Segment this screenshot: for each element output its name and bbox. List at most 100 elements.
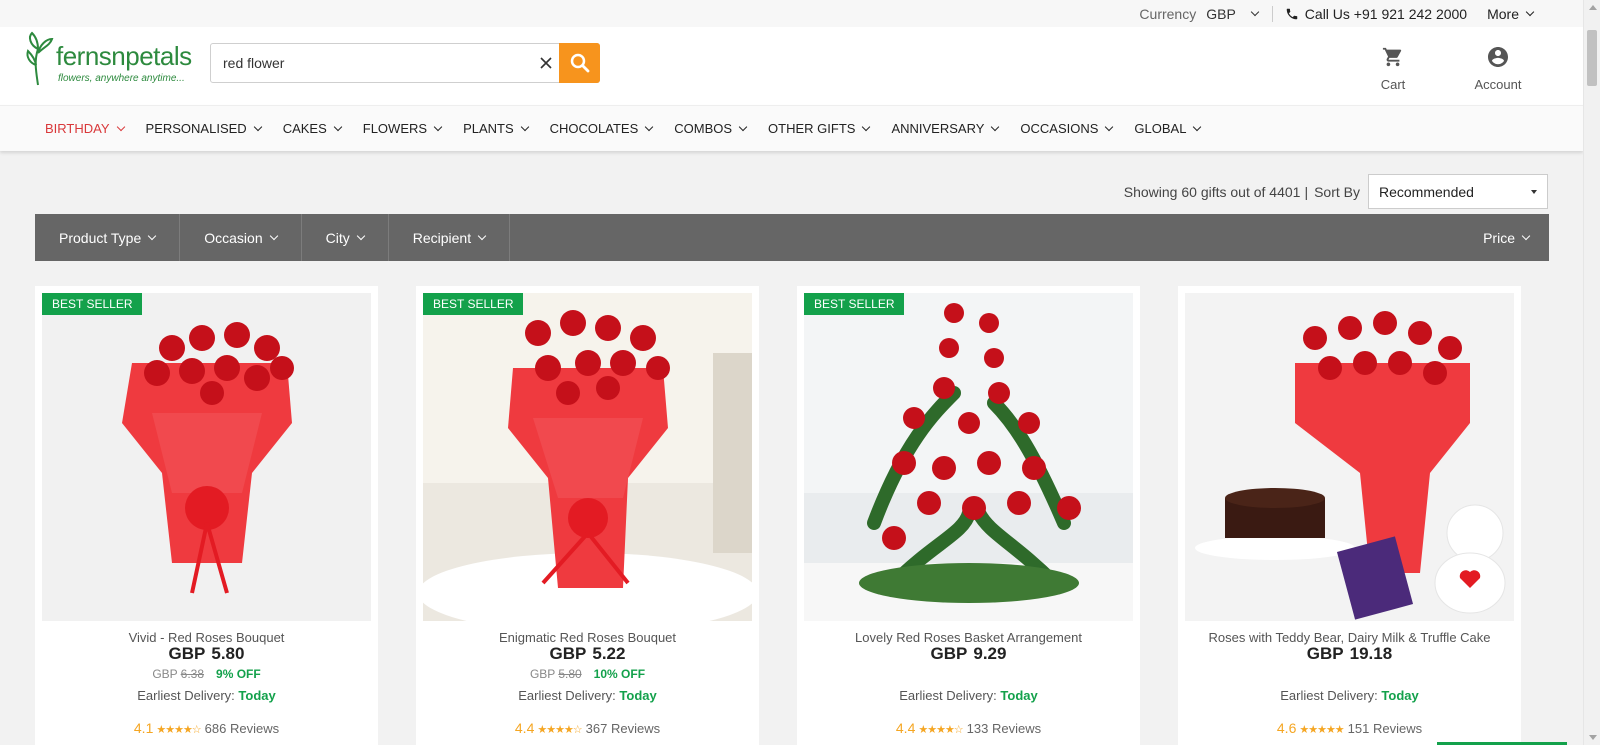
nav-item-label: OCCASIONS	[1020, 121, 1099, 136]
discount-badge: 9% OFF	[216, 667, 261, 681]
nav-item-label: PERSONALISED	[145, 121, 247, 136]
review-count: 133 Reviews	[966, 721, 1042, 736]
nav-item-chocolates[interactable]: CHOCOLATES	[549, 121, 654, 136]
mrp-value: 5.80	[558, 667, 582, 681]
filter-city[interactable]: City	[302, 214, 389, 261]
search-icon	[570, 53, 589, 73]
filter-occasion[interactable]: Occasion	[180, 214, 302, 261]
star-rating-icon: ★★★★★	[1299, 724, 1344, 736]
review-count: 367 Reviews	[585, 721, 661, 736]
price-value: 9.29	[973, 644, 1007, 663]
review-count: 686 Reviews	[204, 721, 280, 736]
filter-product-type[interactable]: Product Type	[35, 214, 181, 261]
price-currency: GBP	[549, 644, 587, 663]
call-us-link[interactable]: Call Us +91 921 242 2000	[1285, 6, 1467, 22]
delivery-value: Today	[1000, 688, 1038, 703]
site-header: fernsnpetals flowers, anywhere anytime..…	[0, 27, 1583, 105]
nav-item-cakes[interactable]: CAKES	[283, 121, 343, 136]
product-card[interactable]: BEST SELLER Lovely Red Roses Basket Arra…	[797, 286, 1140, 745]
site-logo[interactable]: fernsnpetals flowers, anywhere anytime..…	[24, 31, 194, 87]
nav-item-label: COMBOS	[674, 121, 733, 136]
cart-icon	[1382, 47, 1402, 67]
chevron-down-icon	[253, 122, 262, 131]
scroll-down-icon[interactable]	[1589, 735, 1597, 740]
product-image[interactable]	[1185, 293, 1514, 621]
currency-selector[interactable]: GBP	[1206, 6, 1260, 22]
product-image[interactable]	[42, 293, 371, 621]
search-input[interactable]	[211, 44, 531, 82]
nav-item-label: BIRTHDAY	[45, 121, 110, 136]
filter-price[interactable]: Price	[1459, 214, 1549, 261]
nav-item-flowers[interactable]: FLOWERS	[363, 121, 443, 136]
cart-button[interactable]: Cart	[1373, 43, 1413, 92]
best-seller-badge: BEST SELLER	[804, 293, 905, 315]
results-count: Showing 60 gifts out of 4401	[1123, 183, 1301, 200]
divider: |	[1304, 183, 1309, 200]
account-label: Account	[1474, 77, 1522, 92]
product-image[interactable]	[804, 293, 1133, 621]
search-bar	[210, 43, 600, 83]
caret-down-icon	[1531, 189, 1537, 194]
chevron-down-icon	[1193, 122, 1202, 131]
nav-item-combos[interactable]: COMBOS	[674, 121, 748, 136]
cart-label: Cart	[1380, 77, 1406, 92]
logo-wordmark: fernsnpetals	[56, 41, 192, 71]
rating-value: 4.4	[514, 720, 535, 736]
page-scrollbar[interactable]	[1583, 0, 1600, 745]
delivery-info: Earliest Delivery: Today	[35, 688, 378, 703]
star-rating-icon: ★★★★☆	[156, 724, 201, 736]
clear-search-button[interactable]	[531, 44, 561, 82]
nav-item-label: GLOBAL	[1134, 121, 1187, 136]
scroll-up-icon[interactable]	[1589, 5, 1597, 10]
product-card[interactable]: BEST SELLER Enigmatic Red Roses Bouquet …	[416, 286, 759, 745]
nav-item-label: OTHER GIFTS	[768, 121, 856, 136]
chevron-down-icon	[1250, 7, 1260, 16]
star-rating-icon: ★★★★☆	[537, 724, 582, 736]
nav-item-global[interactable]: GLOBAL	[1134, 121, 1202, 136]
delivery-info: Earliest Delivery: Today	[416, 688, 759, 703]
chevron-down-icon	[862, 122, 871, 131]
product-name[interactable]: Vivid - Red Roses Bouquet	[35, 630, 378, 645]
product-rating: 4.4 ★★★★☆ 133 Reviews	[797, 720, 1140, 736]
delivery-label: Earliest Delivery:	[1280, 688, 1378, 703]
chevron-down-icon	[433, 122, 443, 131]
discount-badge: 10% OFF	[593, 667, 646, 681]
call-us-text: Call Us +91 921 242 2000	[1304, 5, 1468, 22]
mrp-currency: GBP	[529, 667, 556, 681]
nav-item-anniversary[interactable]: ANNIVERSARY	[891, 121, 1000, 136]
filter-label: Recipient	[412, 229, 472, 246]
search-button[interactable]	[559, 43, 600, 83]
product-mrp: GBP 6.38 9% OFF	[35, 667, 378, 681]
scrollbar-thumb[interactable]	[1587, 30, 1597, 86]
nav-item-label: CHOCOLATES	[549, 121, 639, 136]
nav-item-other-gifts[interactable]: OTHER GIFTS	[768, 121, 871, 136]
category-nav: BIRTHDAY PERSONALISED CAKES FLOWERS PLAN…	[0, 105, 1583, 151]
product-card[interactable]: BEST SELLER Vivid - Red Roses Bouquet GB…	[35, 286, 378, 745]
filter-recipient[interactable]: Recipient	[389, 214, 511, 261]
delivery-info: Earliest Delivery: Today	[1178, 688, 1521, 703]
product-price: GBP 19.18	[1178, 644, 1521, 664]
account-button[interactable]: Account	[1468, 43, 1528, 92]
logo-mark-icon	[26, 31, 54, 86]
product-price: GBP 5.80	[35, 644, 378, 664]
product-name[interactable]: Lovely Red Roses Basket Arrangement	[797, 630, 1140, 645]
best-seller-badge: BEST SELLER	[42, 293, 143, 315]
filter-label: Occasion	[204, 229, 263, 246]
mrp-value: 6.38	[180, 667, 205, 681]
chevron-down-icon	[477, 231, 487, 240]
product-card[interactable]: Roses with Teddy Bear, Dairy Milk & Truf…	[1178, 286, 1521, 745]
nav-item-occasions[interactable]: OCCASIONS	[1020, 121, 1114, 136]
price-currency: GBP	[930, 644, 968, 663]
more-menu[interactable]: More	[1487, 6, 1535, 22]
delivery-label: Earliest Delivery:	[518, 688, 616, 703]
product-name[interactable]: Enigmatic Red Roses Bouquet	[416, 630, 759, 645]
sort-select[interactable]: Recommended	[1368, 174, 1548, 209]
nav-item-personalised[interactable]: PERSONALISED	[145, 121, 262, 136]
chevron-down-icon	[1105, 122, 1114, 131]
nav-item-birthday[interactable]: BIRTHDAY	[45, 121, 125, 136]
product-image[interactable]	[423, 293, 752, 621]
product-name[interactable]: Roses with Teddy Bear, Dairy Milk & Truf…	[1178, 630, 1521, 645]
nav-item-plants[interactable]: PLANTS	[463, 121, 529, 136]
price-value: 5.80	[211, 644, 245, 663]
product-rating: 4.4 ★★★★☆ 367 Reviews	[416, 720, 759, 736]
